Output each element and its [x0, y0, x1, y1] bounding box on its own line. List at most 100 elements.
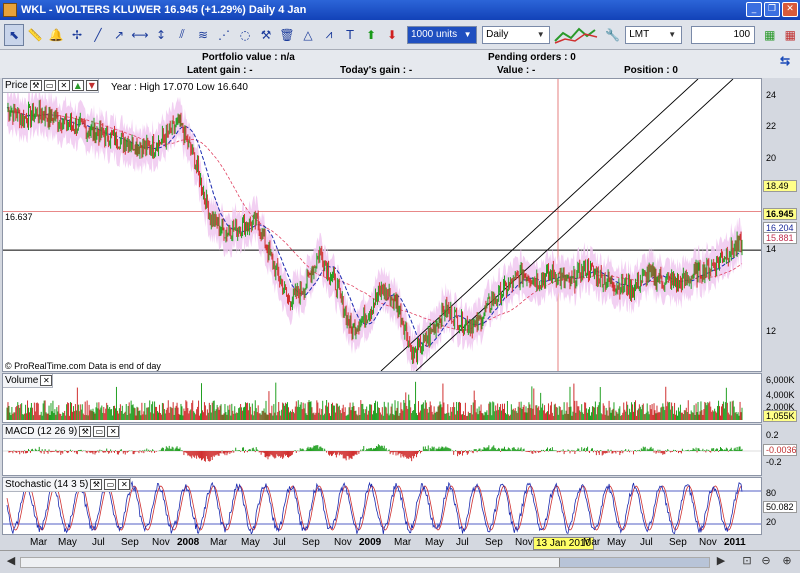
quantity-input[interactable]: 100 — [690, 25, 756, 44]
window-icon[interactable]: ▭ — [43, 80, 56, 91]
x-label: Jul — [273, 537, 286, 548]
volume-tag: 1,055K — [763, 410, 797, 422]
x-label: Nov — [334, 537, 352, 548]
horizontal-line-tool-button[interactable]: ⟷ — [130, 24, 150, 46]
text-icon: T — [346, 27, 354, 42]
chart-style-icon — [553, 27, 597, 44]
window-icon[interactable]: ▭ — [104, 479, 117, 490]
macd-tick: -0.2 — [766, 457, 782, 467]
ellipse-tool-button[interactable]: ◌ — [235, 24, 255, 46]
scroll-right-icon[interactable]: ▶ — [712, 554, 730, 570]
pattern-icon: ⩘ — [325, 27, 333, 41]
price-tick: 12 — [766, 326, 777, 336]
level-line-label: 16.637 — [5, 212, 33, 222]
wrench-button[interactable]: 🔧 — [603, 24, 622, 46]
app-icon — [3, 3, 17, 17]
chart-style-button[interactable] — [551, 24, 602, 46]
price-chart[interactable] — [3, 79, 761, 371]
zoom-in-icon[interactable]: ⊕ — [778, 554, 796, 570]
price-tick: 24 — [766, 90, 777, 100]
x-label: Nov — [699, 537, 717, 548]
restore-button[interactable]: ❐ — [764, 2, 780, 17]
scroll-bar-area: ◀ ▶ ⊡ ⊖ ⊕ — [0, 550, 800, 573]
expand-down-icon[interactable]: ▼ — [85, 80, 98, 91]
close-icon[interactable]: ✕ — [40, 375, 53, 386]
stochastic-panel: Stochastic (14 3 5) ⚒ ▭ ✕ — [2, 477, 762, 535]
x-label: May — [241, 537, 260, 548]
window-icon[interactable]: ▭ — [93, 426, 106, 437]
scroll-thumb[interactable] — [559, 558, 709, 567]
order-type-value: LMT — [629, 29, 650, 40]
x-label: Mar — [583, 537, 601, 548]
size-select[interactable]: 1000 units ▼ — [407, 25, 478, 44]
stochastic-axis: 80 20 50.082 — [763, 477, 800, 535]
x-label: Sep — [485, 537, 503, 548]
close-icon[interactable]: ✕ — [107, 426, 120, 437]
buy-order-button[interactable]: ▦ — [760, 24, 779, 46]
price-panel: Price ⚒ ▭ ✕ ▲ ▼ Year : High 17.070 Low 1… — [2, 78, 762, 372]
zoom-out-icon[interactable]: ⊖ — [757, 554, 775, 570]
price-axis: 24 22 20 18 14 12 18.49 16.945 16.204 15… — [763, 78, 800, 372]
x-label: Nov — [515, 537, 533, 548]
account-info-bar: Portfolio value : n/a Latent gain : - To… — [0, 50, 800, 78]
crosshair-tool-button[interactable]: ✢ — [67, 24, 87, 46]
ellipse-icon: ◌ — [239, 27, 251, 42]
x-label: May — [425, 537, 444, 548]
stochastic-tick: 80 — [766, 488, 777, 498]
text-tool-button[interactable]: T — [340, 24, 360, 46]
buy-arrow-tool-button[interactable]: ⬆ — [361, 24, 381, 46]
sell-order-button[interactable]: ▦ — [781, 24, 800, 46]
triangle-icon: △ — [303, 27, 313, 42]
close-icon[interactable]: ✕ — [118, 479, 131, 490]
hammer-tool-button[interactable]: ⚒ — [256, 24, 276, 46]
wrench-icon: 🔧 — [605, 27, 620, 42]
x-label: Jul — [456, 537, 469, 548]
price-tick: 14 — [766, 244, 777, 254]
time-scrollbar[interactable] — [20, 557, 710, 568]
expand-icon[interactable]: ⇆ — [780, 54, 790, 68]
drawing-toolbar: ⬉ 📏 🔔 ✢ ╱ ↗ ⟷ ↕ ⫽ ≋ ⋰ ◌ ⚒ 🗑 △ ⩘ T ⬆ ⬇ 1000 units ▼ Daily ▼ 🔧… — [0, 20, 800, 50]
year-range-info: Year : High 17.070 Low 16.640 — [111, 82, 248, 93]
crosshair-icon: ✢ — [71, 27, 83, 42]
tool-buttons: ⬉ 📏 🔔 ✢ ╱ ↗ ⟷ ↕ ⫽ ≋ ⋰ ◌ ⚒ 🗑 △ ⩘ T ⬆ ⬇ — [4, 23, 402, 46]
period-select[interactable]: Daily ▼ — [482, 25, 551, 44]
close-button[interactable]: ✕ — [782, 2, 798, 17]
vertical-line-tool-button[interactable]: ↕ — [151, 24, 171, 46]
pointer-tool-button[interactable]: ⬉ — [4, 23, 24, 46]
expand-up-icon[interactable]: ▲ — [71, 80, 84, 91]
pattern-tool-button[interactable]: ⩘ — [319, 24, 339, 46]
x-label-year: 2009 — [359, 537, 382, 548]
line-tool-button[interactable]: ╱ — [88, 24, 108, 46]
volume-chart[interactable] — [3, 374, 761, 422]
wrench-icon[interactable]: ⚒ — [29, 80, 42, 91]
ray-tool-button[interactable]: ↗ — [109, 24, 129, 46]
delete-tool-button[interactable]: 🗑 — [277, 24, 297, 46]
ma-pink-tag: 15.881 — [763, 232, 797, 244]
channel-icon: ⫽ — [179, 27, 185, 41]
pointer-icon: ⬉ — [8, 27, 20, 42]
stochastic-panel-header: Stochastic (14 3 5) ⚒ ▭ ✕ — [3, 478, 132, 492]
x-label: Nov — [152, 537, 170, 548]
volume-panel: Volume ✕ — [2, 373, 762, 423]
volume-panel-header: Volume ✕ — [3, 374, 54, 388]
x-label: Mar — [394, 537, 412, 548]
ruler-tool-button[interactable]: 📏 — [25, 24, 45, 46]
title-bar: WKL - WOLTERS KLUWER 16.945 (+1.29%) Dai… — [0, 0, 800, 20]
position-count: Position : 0 — [624, 65, 678, 76]
zoom-box-icon[interactable]: ⊡ — [738, 554, 756, 570]
minimize-button[interactable]: _ — [746, 2, 762, 17]
channel-tool-button[interactable]: ⫽ — [172, 24, 192, 46]
alarm-bell-tool-button[interactable]: 🔔 — [46, 24, 66, 46]
wrench-icon[interactable]: ⚒ — [79, 426, 92, 437]
window-title: WKL - WOLTERS KLUWER 16.945 (+1.29%) Dai… — [21, 4, 307, 16]
triangle-tool-button[interactable]: △ — [298, 24, 318, 46]
order-type-select[interactable]: LMT ▼ — [625, 25, 682, 44]
fan-tool-button[interactable]: ⋰ — [214, 24, 234, 46]
scroll-left-icon[interactable]: ◀ — [2, 554, 20, 570]
alarm-bell-icon: 🔔 — [48, 27, 64, 42]
fibonacci-tool-button[interactable]: ≋ — [193, 24, 213, 46]
sell-arrow-tool-button[interactable]: ⬇ — [382, 24, 402, 46]
price-tick: 22 — [766, 121, 777, 131]
close-icon[interactable]: ✕ — [57, 80, 70, 91]
wrench-icon[interactable]: ⚒ — [90, 479, 103, 490]
